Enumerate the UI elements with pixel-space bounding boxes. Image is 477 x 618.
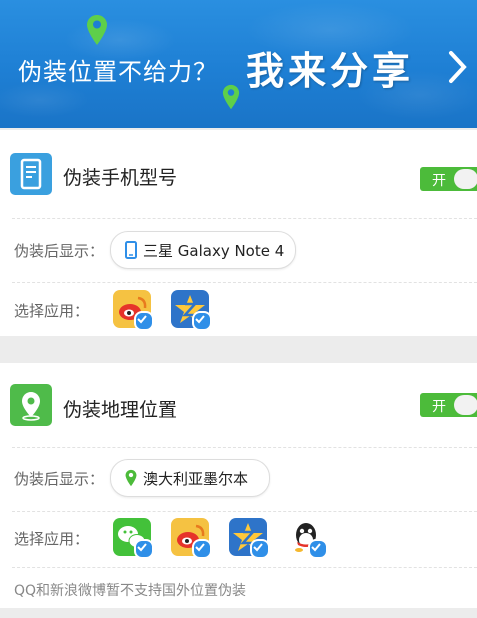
zhifu-icon[interactable] — [229, 518, 270, 559]
chevron-right-icon — [449, 51, 467, 83]
check-badge-icon — [250, 539, 270, 559]
divider — [12, 447, 477, 448]
qq-icon[interactable] — [287, 518, 328, 559]
divider — [12, 567, 477, 568]
divider — [12, 511, 477, 512]
banner-share-label: 我来分享 — [246, 48, 415, 93]
toggle-label: 开 — [432, 173, 446, 189]
phone-small-icon — [125, 241, 137, 259]
divider — [12, 218, 477, 219]
toggle-label: 开 — [432, 399, 446, 415]
map-pin-icon — [222, 84, 240, 110]
weibo-icon[interactable] — [113, 290, 154, 331]
zhifu-icon[interactable] — [171, 290, 212, 331]
toggle-knob — [454, 169, 477, 189]
location-value: 澳大利亚墨尔本 — [143, 470, 249, 488]
display-label: 伪装后显示： — [14, 470, 105, 488]
location-section: 伪装地理位置 开 伪装后显示： 澳大利亚墨尔本 选择应用： QQ和新浪微博暂不支… — [0, 363, 477, 608]
check-badge-icon — [134, 311, 154, 331]
wechat-icon[interactable] — [113, 518, 154, 559]
location-toggle[interactable]: 开 — [420, 393, 477, 417]
phone-icon — [10, 153, 52, 195]
weibo-icon[interactable] — [171, 518, 212, 559]
location-pin-icon — [10, 384, 52, 426]
location-title: 伪装地理位置 — [63, 399, 178, 421]
check-badge-icon — [308, 539, 328, 559]
location-small-icon — [125, 469, 137, 487]
apps-label: 选择应用： — [14, 530, 90, 548]
divider — [12, 282, 477, 283]
device-model-toggle[interactable]: 开 — [420, 167, 477, 191]
apps-label: 选择应用： — [14, 302, 90, 320]
display-label: 伪装后显示： — [14, 242, 105, 260]
device-model-value-pill[interactable]: 三星 Galaxy Note 4 — [110, 231, 296, 269]
device-model-title: 伪装手机型号 — [63, 167, 178, 189]
map-pin-icon — [87, 15, 107, 45]
device-model-header: 伪装手机型号 开 — [0, 130, 477, 218]
device-model-value: 三星 Galaxy Note 4 — [143, 242, 285, 260]
banner-text: 伪装位置不给力？ — [18, 58, 218, 86]
unsupported-note: QQ和新浪微博暂不支持国外位置伪装 — [14, 583, 247, 599]
check-badge-icon — [134, 539, 154, 559]
toggle-knob — [454, 395, 477, 415]
share-banner[interactable]: 伪装位置不给力？ 我来分享 — [0, 0, 477, 128]
location-header: 伪装地理位置 开 — [0, 363, 477, 451]
check-badge-icon — [192, 539, 212, 559]
check-badge-icon — [192, 311, 212, 331]
location-value-pill[interactable]: 澳大利亚墨尔本 — [110, 459, 270, 497]
device-model-section: 伪装手机型号 开 伪装后显示： 三星 Galaxy Note 4 选择应用： — [0, 130, 477, 336]
